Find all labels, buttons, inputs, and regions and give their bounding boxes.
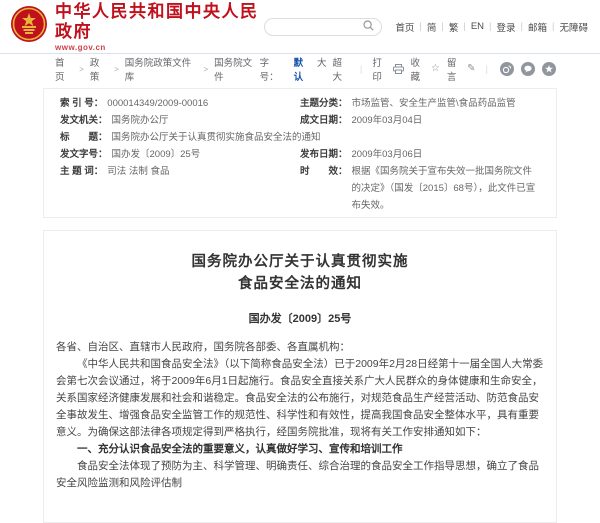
top-links: 首页 | 简 | 繁 | EN | 登录 | 邮箱 | 无障碍 — [395, 20, 588, 34]
national-emblem-icon — [10, 5, 48, 48]
meta-value: 市场监管、安全生产监管\食品药品监管 — [352, 95, 516, 112]
top-link-separator: | — [419, 21, 421, 32]
top-link[interactable]: 简 — [427, 20, 437, 34]
subnav-bar: 首页 > 政策 > 国务院政策文件库 > 国务院文件 字号： 默认大超大 | 打印 收藏 ☆… — [0, 54, 600, 84]
document-number: 国办发〔2009〕25号 — [56, 310, 544, 326]
pencil-icon: ✎ — [467, 64, 475, 74]
star-icon: ☆ — [431, 64, 440, 74]
tool-separator: | — [486, 64, 488, 75]
document-section-heading: 一、充分认识食品安全法的重要意义，认真做好学习、宣传和培训工作 — [56, 441, 544, 458]
share-weibo-icon[interactable] — [500, 62, 514, 76]
favorite-label: 收藏 — [411, 55, 428, 83]
top-link-separator: | — [489, 21, 491, 32]
meta-value: 000014349/2009-00016 — [107, 95, 208, 112]
meta-row-index-subject: 索 引 号： 000014349/2009-00016 主题分类： 市场监管、安… — [60, 95, 540, 112]
printer-icon — [393, 64, 404, 74]
meta-label: 发文字号： — [60, 146, 108, 163]
top-link[interactable]: 首页 — [395, 20, 414, 34]
meta-row-docnum-pubdate: 发文字号： 国办发〔2009〕25号 发布日期： 2009年03月06日 — [60, 146, 540, 163]
meta-field-issuing-agency: 发文机关： 国务院办公厅 — [60, 112, 300, 129]
search-icon[interactable] — [363, 18, 374, 36]
meta-field-publish-date: 发布日期： 2009年03月06日 — [300, 146, 540, 163]
top-link-separator: | — [463, 21, 465, 32]
document-body: 各省、自治区、直辖市人民政府，国务院各部委、各直属机构：《中华人民共和国食品安全… — [56, 339, 544, 492]
top-link[interactable]: EN — [471, 21, 484, 32]
comment-button[interactable]: 留言 ✎ — [447, 55, 476, 83]
document-paragraph: 各省、自治区、直辖市人民政府，国务院各部委、各直属机构： — [56, 339, 544, 356]
breadcrumb-item[interactable]: 政策 — [90, 55, 108, 83]
page-tools: 字号： 默认大超大 | 打印 收藏 ☆ 留言 ✎ | — [260, 55, 556, 83]
share-more-icon[interactable] — [542, 62, 556, 76]
document-title: 国务院办公厅关于认真贯彻实施 食品安全法的通知 — [56, 251, 544, 295]
gov-cn-document-page: { "header": { "site_title": "中华人民共和国中央人民… — [0, 0, 600, 410]
top-link-separator: | — [552, 21, 554, 32]
top-link[interactable]: 繁 — [449, 20, 459, 34]
meta-value: 国务院办公厅关于认真贯彻实施食品安全法的通知 — [112, 129, 321, 146]
meta-value: 国务院办公厅 — [112, 112, 169, 129]
top-link[interactable]: 无障碍 — [559, 20, 588, 34]
meta-label: 标 题： — [60, 129, 108, 146]
document-title-line2: 食品安全法的通知 — [56, 273, 544, 295]
search-box[interactable] — [264, 18, 382, 36]
breadcrumb-item[interactable]: 首页 — [55, 55, 73, 83]
meta-label: 发布日期： — [300, 146, 348, 163]
meta-field-validity: 时 效： 根据《国务院关于宣布失效一批国务院文件的决定》（国发〔2015〕68号… — [300, 163, 540, 214]
breadcrumb-separator: > — [79, 65, 84, 74]
share-wechat-icon[interactable] — [521, 62, 535, 76]
search-input[interactable] — [272, 22, 363, 32]
meta-value: 司法 法制 食品 — [107, 163, 169, 180]
meta-row-agency-date: 发文机关： 国务院办公厅 成文日期： 2009年03月04日 — [60, 112, 540, 129]
font-size-option[interactable]: 默认 — [294, 55, 311, 83]
meta-value: 2009年03月04日 — [352, 112, 423, 129]
favorite-button[interactable]: 收藏 ☆ — [411, 55, 440, 83]
comment-label: 留言 — [447, 55, 464, 83]
document-metadata-box: 索 引 号： 000014349/2009-00016 主题分类： 市场监管、安… — [43, 88, 557, 218]
document-paragraph: 《中华人民共和国食品安全法》（以下简称食品安全法）已于2009年2月28日经第十… — [56, 356, 544, 441]
font-size-options: 默认大超大 — [294, 55, 350, 83]
meta-value: 国办发〔2009〕25号 — [112, 146, 201, 163]
meta-field-keywords: 主 题 词： 司法 法制 食品 — [60, 163, 300, 214]
meta-row-keywords-validity: 主 题 词： 司法 法制 食品 时 效： 根据《国务院关于宣布失效一批国务院文件… — [60, 163, 540, 214]
breadcrumb: 首页 > 政策 > 国务院政策文件库 > 国务院文件 — [55, 55, 260, 83]
top-link[interactable]: 登录 — [497, 20, 516, 34]
breadcrumb-item[interactable]: 国务院政策文件库 — [125, 55, 198, 83]
print-button[interactable]: 打印 — [372, 55, 403, 83]
document-title-line1: 国务院办公厅关于认真贯彻实施 — [56, 251, 544, 273]
document-content-box: 国务院办公厅关于认真贯彻实施 食品安全法的通知 国办发〔2009〕25号 各省、… — [43, 230, 557, 523]
meta-label: 主 题 词： — [60, 163, 103, 180]
meta-label: 时 效： — [300, 163, 348, 180]
meta-label: 发文机关： — [60, 112, 108, 129]
meta-field-document-number: 发文字号： 国办发〔2009〕25号 — [60, 146, 300, 163]
meta-field-subject-category: 主题分类： 市场监管、安全生产监管\食品药品监管 — [300, 95, 540, 112]
meta-value: 根据《国务院关于宣布失效一批国务院文件的决定》（国发〔2015〕68号），此文件… — [352, 163, 540, 214]
meta-label: 主题分类： — [300, 95, 348, 112]
font-size-option[interactable]: 大 — [317, 55, 327, 83]
top-link-separator: | — [441, 21, 443, 32]
tool-separator: | — [360, 64, 362, 75]
breadcrumb-separator: > — [204, 65, 209, 74]
print-label: 打印 — [372, 55, 389, 83]
site-brand[interactable]: 中华人民共和国中央人民政府 www.gov.cn — [10, 2, 264, 52]
meta-value: 2009年03月06日 — [352, 146, 423, 163]
site-title: 中华人民共和国中央人民政府 — [55, 2, 264, 42]
top-link[interactable]: 邮箱 — [528, 20, 547, 34]
meta-field-written-date: 成文日期： 2009年03月04日 — [300, 112, 540, 129]
breadcrumb-separator: > — [114, 65, 119, 74]
meta-label: 索 引 号： — [60, 95, 103, 112]
meta-row-title: 标 题： 国务院办公厅关于认真贯彻实施食品安全法的通知 — [60, 129, 540, 146]
breadcrumb-item[interactable]: 国务院文件 — [214, 55, 259, 83]
share-buttons — [500, 62, 556, 76]
font-size-label: 字号： — [260, 55, 287, 83]
top-link-separator: | — [521, 21, 523, 32]
font-size-option[interactable]: 超大 — [332, 55, 349, 83]
site-url: www.gov.cn — [55, 43, 264, 52]
site-header: 中华人民共和国中央人民政府 www.gov.cn 首页 | 简 | 繁 | EN | 登录 | 邮箱… — [0, 0, 600, 54]
meta-label: 成文日期： — [300, 112, 348, 129]
meta-field-title: 标 题： 国务院办公厅关于认真贯彻实施食品安全法的通知 — [60, 129, 540, 146]
meta-field-index-number: 索 引 号： 000014349/2009-00016 — [60, 95, 300, 112]
document-paragraph: 食品安全法体现了预防为主、科学管理、明确责任、综合治理的食品安全工作指导思想，确… — [56, 458, 544, 492]
